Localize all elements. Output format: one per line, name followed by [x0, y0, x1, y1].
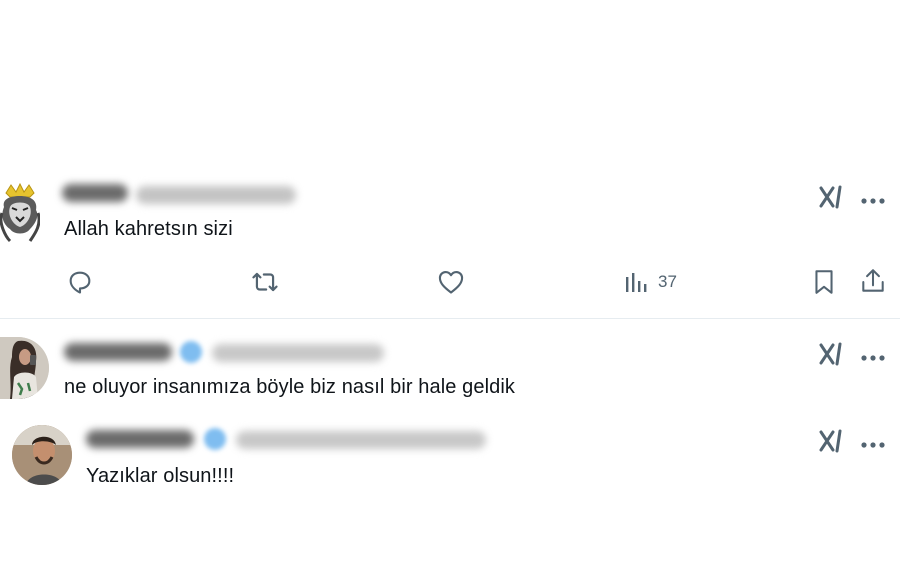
avatar[interactable] — [0, 337, 49, 399]
tweet-text: ne oluyor insanımıza böyle biz nasıl bir… — [64, 376, 516, 398]
handle-blurred — [236, 431, 486, 449]
avatar[interactable] — [0, 182, 41, 243]
bookmark-icon[interactable] — [813, 268, 835, 301]
share-icon[interactable] — [860, 267, 886, 300]
username-blurred — [64, 343, 172, 361]
views-count: 37 — [658, 272, 677, 291]
handle-blurred — [136, 186, 296, 204]
avatar[interactable] — [12, 425, 72, 485]
grok-icon[interactable] — [818, 428, 846, 454]
grok-icon[interactable] — [818, 341, 846, 367]
reply-icon[interactable] — [66, 268, 94, 301]
verified-badge-blurred — [204, 428, 226, 450]
more-icon[interactable] — [860, 192, 886, 204]
man-avatar-image — [12, 425, 72, 485]
analytics-icon[interactable] — [624, 270, 648, 299]
tweet-1[interactable]: Allah kahretsın sizi 37 — [0, 0, 900, 318]
more-icon[interactable] — [860, 436, 886, 448]
tweet-3[interactable]: Yazıklar olsun!!!! — [0, 419, 900, 519]
woman-avatar-image — [0, 337, 49, 399]
tweet-text: Yazıklar olsun!!!! — [86, 465, 235, 487]
username-blurred — [62, 184, 128, 202]
tweet-text: Allah kahretsın sizi — [64, 218, 233, 240]
retweet-icon[interactable] — [250, 268, 280, 301]
tweet-2[interactable]: ne oluyor insanımıza böyle biz nasıl bir… — [0, 319, 900, 419]
handle-blurred — [212, 344, 384, 362]
lion-avatar-image — [0, 182, 41, 243]
verified-badge-blurred — [180, 341, 202, 363]
more-icon[interactable] — [860, 349, 886, 361]
heart-icon[interactable] — [437, 269, 465, 300]
grok-icon[interactable] — [818, 184, 846, 210]
username-blurred — [86, 430, 194, 448]
